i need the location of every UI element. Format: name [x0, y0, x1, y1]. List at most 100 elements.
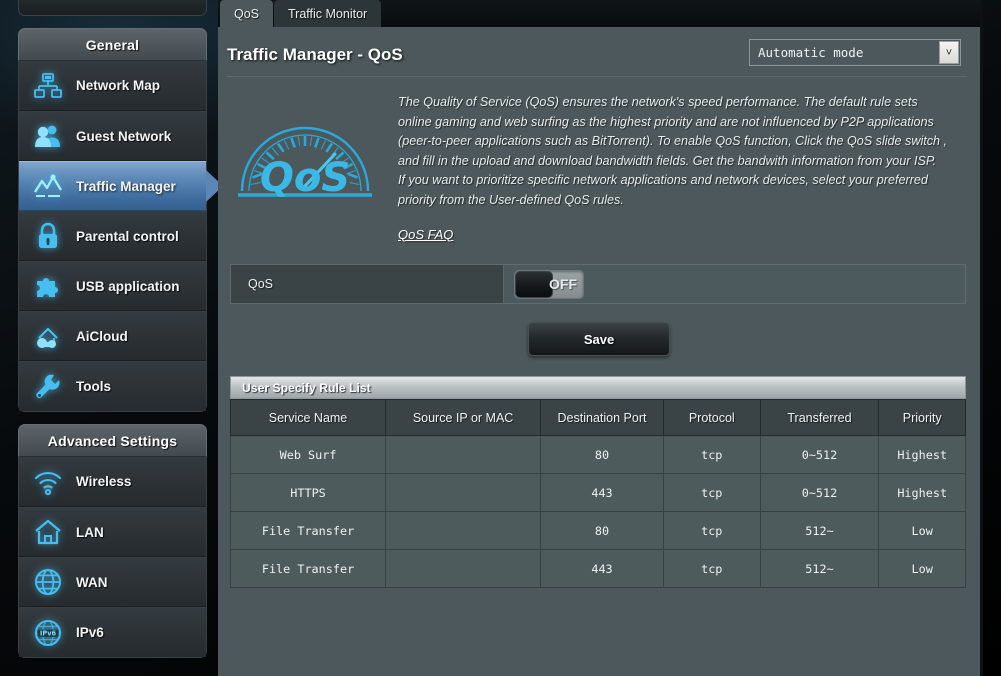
toggle-state-label: OFF — [549, 276, 577, 293]
qos-mode-select[interactable]: Automatic mode ˅ — [749, 39, 961, 66]
cell-source-ip-mac — [385, 549, 542, 589]
house-icon — [35, 519, 61, 545]
sidebar-group-header-advanced: Advanced Settings — [18, 424, 207, 457]
sidebar-item-traffic-manager[interactable]: Traffic Manager — [19, 161, 206, 211]
cell-transferred: 512~ — [759, 511, 880, 551]
sidebar-item-wireless[interactable]: Wireless — [19, 457, 206, 507]
sidebar-item-label: IPv6 — [76, 625, 104, 640]
column-header-transferred: Transferred — [759, 399, 880, 437]
column-header-priority: Priority — [878, 399, 966, 437]
cell-priority: Highest — [878, 435, 966, 475]
guest-network-icon — [35, 125, 60, 147]
cell-protocol: tcp — [662, 511, 761, 551]
svg-text:IPv6: IPv6 — [40, 629, 57, 637]
sidebar-item-label: LAN — [76, 524, 104, 540]
sidebar-group-advanced-settings: Advanced Settings Wireless LAN WAN IPv6 … — [18, 424, 207, 658]
save-button-row: Save — [218, 322, 980, 357]
cell-destination-port: 443 — [540, 549, 664, 589]
cell-source-ip-mac — [385, 473, 542, 513]
chevron-down-icon: ˅ — [939, 41, 959, 64]
sidebar-item-tools[interactable]: Tools — [19, 361, 206, 411]
sidebar-item-label: Traffic Manager — [76, 178, 176, 194]
cell-source-ip-mac — [385, 435, 542, 475]
main-panel: QoS Traffic Monitor Traffic Manager - Qo… — [218, 0, 983, 676]
cell-source-ip-mac — [385, 511, 542, 551]
tab-traffic-monitor[interactable]: Traffic Monitor — [274, 0, 382, 27]
cell-protocol: tcp — [662, 435, 761, 475]
wifi-icon — [34, 471, 62, 495]
table-row[interactable]: File Transfer 80 tcp 512~ Low — [229, 511, 966, 551]
description-text: The Quality of Service (QoS) ensures the… — [398, 91, 954, 245]
cell-service-name: HTTPS — [229, 473, 387, 513]
network-map-icon — [34, 72, 62, 98]
globe-icon — [35, 569, 61, 595]
cell-priority: Low — [878, 511, 966, 551]
tab-qos[interactable]: QoS — [220, 0, 274, 27]
table-header-row: Service Name Source IP or MAC Destinatio… — [229, 399, 966, 437]
cell-transferred: 0~512 — [759, 435, 880, 475]
qos-faq-link[interactable]: QoS FAQ — [398, 225, 453, 245]
cell-priority: Highest — [878, 473, 966, 513]
qos-mode-value: Automatic mode — [758, 45, 864, 60]
sidebar-item-label: Wireless — [76, 474, 132, 489]
rule-list-caption: User Specify Rule List — [230, 376, 966, 400]
cloud-house-icon — [37, 327, 58, 348]
traffic-manager-icon — [34, 174, 62, 198]
cell-destination-port: 80 — [540, 511, 664, 551]
wrench-icon — [36, 374, 60, 398]
cell-transferred: 512~ — [759, 549, 880, 589]
sidebar-item-usb-application[interactable]: USB application — [19, 261, 206, 311]
qos-speedometer-icon: QoS — [238, 126, 372, 201]
sidebar-item-label: Guest Network — [76, 128, 172, 144]
cell-protocol: tcp — [662, 473, 761, 513]
table-row[interactable]: Web Surf 80 tcp 0~512 Highest — [229, 435, 966, 475]
qos-logo-text: QoS — [260, 155, 350, 201]
sidebar-item-parental-control[interactable]: Parental control — [19, 211, 206, 261]
cell-service-name: File Transfer — [229, 549, 387, 589]
sidebar-item-wan[interactable]: WAN — [19, 557, 206, 607]
description-row: QoS The Quality of Service (QoS) ensures… — [218, 77, 980, 245]
toggle-knob — [515, 270, 553, 298]
table-row[interactable]: File Transfer 443 tcp 512~ Low — [229, 549, 966, 589]
save-button[interactable]: Save — [528, 322, 670, 357]
sidebar-item-guest-network[interactable]: Guest Network — [19, 111, 206, 161]
tab-bar: QoS Traffic Monitor — [218, 0, 980, 27]
qos-row-control: OFF — [504, 265, 965, 304]
sidebar: General Network Map Guest Network Traffi… — [18, 0, 207, 658]
sidebar-list-general: Network Map Guest Network Traffic Manage… — [18, 61, 207, 412]
qos-toggle-switch[interactable]: OFF — [514, 269, 584, 299]
column-header-service-name: Service Name — [229, 399, 387, 437]
cell-destination-port: 80 — [540, 435, 664, 475]
qos-logo: QoS — [230, 91, 388, 245]
column-header-protocol: Protocol — [662, 399, 761, 437]
puzzle-icon — [37, 278, 58, 297]
sidebar-group-general: General Network Map Guest Network Traffi… — [18, 28, 207, 412]
cell-transferred: 0~512 — [759, 473, 880, 513]
sidebar-item-label: AiCloud — [76, 328, 128, 344]
sidebar-list-advanced: Wireless LAN WAN IPv6 IPv6 — [18, 457, 207, 658]
sidebar-item-ipv6[interactable]: IPv6 IPv6 — [19, 607, 206, 657]
sidebar-item-label: Network Map — [76, 78, 161, 93]
rule-list-table: Service Name Source IP or MAC Destinatio… — [229, 399, 966, 589]
description-paragraph-1: The Quality of Service (QoS) ensures the… — [398, 95, 948, 168]
sidebar-item-label: WAN — [76, 574, 108, 590]
qos-row-label: QoS — [231, 265, 504, 304]
sidebar-top-stub — [18, 0, 207, 16]
sidebar-item-label: Tools — [76, 379, 111, 394]
cell-service-name: Web Surf — [229, 435, 387, 475]
cell-protocol: tcp — [662, 549, 761, 589]
sidebar-item-lan[interactable]: LAN — [19, 507, 206, 557]
sidebar-item-network-map[interactable]: Network Map — [19, 61, 206, 111]
sidebar-group-header-general: General — [18, 28, 207, 61]
lock-icon — [39, 222, 57, 248]
ipv6-globe-icon: IPv6 — [35, 619, 61, 646]
qos-toggle-row: QoS OFF — [230, 264, 966, 305]
cell-destination-port: 443 — [540, 473, 664, 513]
table-row[interactable]: HTTPS 443 tcp 0~512 Highest — [229, 473, 966, 513]
cell-priority: Low — [878, 549, 966, 589]
column-header-destination-port: Destination Port — [540, 399, 664, 437]
cell-service-name: File Transfer — [229, 511, 387, 551]
sidebar-item-aicloud[interactable]: AiCloud — [19, 311, 206, 361]
sidebar-item-label: USB application — [76, 278, 180, 294]
rule-list-section: User Specify Rule List Service Name Sour… — [229, 376, 966, 589]
